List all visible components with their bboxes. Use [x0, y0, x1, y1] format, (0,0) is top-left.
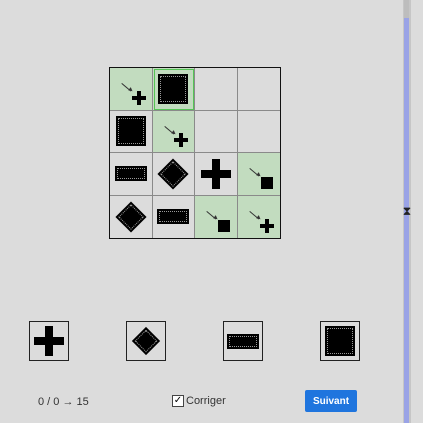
small-plus-icon: [260, 219, 274, 233]
grid-cell[interactable]: [237, 153, 280, 196]
palette-item-square[interactable]: [320, 321, 360, 361]
grid-cell[interactable]: [195, 153, 238, 196]
palette-item-plus[interactable]: [29, 321, 69, 361]
rect-icon: [227, 333, 259, 349]
square-icon: [158, 73, 189, 104]
plus-icon: [200, 158, 231, 189]
grid-cell[interactable]: [195, 195, 238, 238]
progress-counter: 0 / 0 → 15: [38, 396, 89, 408]
hourglass-icon[interactable]: ⧗: [401, 204, 413, 218]
puzzle-grid: [109, 67, 281, 239]
diamond-icon: [115, 201, 147, 233]
square-icon: [325, 326, 355, 356]
small-plus-icon: [131, 90, 146, 105]
corriger-label: Corriger: [186, 395, 226, 407]
small-square-icon: [217, 220, 230, 232]
slider-track-top: [404, 0, 409, 18]
grid-cell[interactable]: [110, 195, 153, 238]
corriger-checkbox[interactable]: ✓: [172, 395, 184, 407]
grid-cell[interactable]: [237, 68, 280, 111]
palette-item-diamond[interactable]: [126, 321, 166, 361]
palette-item-rect[interactable]: [223, 321, 263, 361]
grid-cell[interactable]: [152, 153, 195, 196]
grid-cell[interactable]: [110, 153, 153, 196]
grid-cell[interactable]: [237, 195, 280, 238]
grid-cell[interactable]: [195, 68, 238, 111]
grid-cell[interactable]: [152, 68, 195, 111]
grid-cell[interactable]: [195, 110, 238, 153]
grid-cell[interactable]: [237, 111, 280, 153]
next-button[interactable]: Suivant: [305, 390, 357, 412]
grid-cell[interactable]: [110, 68, 153, 111]
rect-icon: [114, 166, 147, 182]
grid-cell[interactable]: [153, 195, 195, 238]
rect-icon: [157, 209, 190, 225]
grid-cell[interactable]: [110, 110, 153, 153]
diamond-icon: [131, 326, 161, 356]
slider-fill: [404, 18, 409, 423]
plus-icon: [34, 326, 64, 356]
grid-cell[interactable]: [152, 110, 195, 153]
small-plus-icon: [174, 133, 188, 147]
square-icon: [115, 116, 146, 147]
diamond-icon: [157, 158, 189, 190]
small-square-icon: [261, 176, 273, 189]
corriger-toggle[interactable]: ✓ Corriger: [172, 395, 226, 407]
